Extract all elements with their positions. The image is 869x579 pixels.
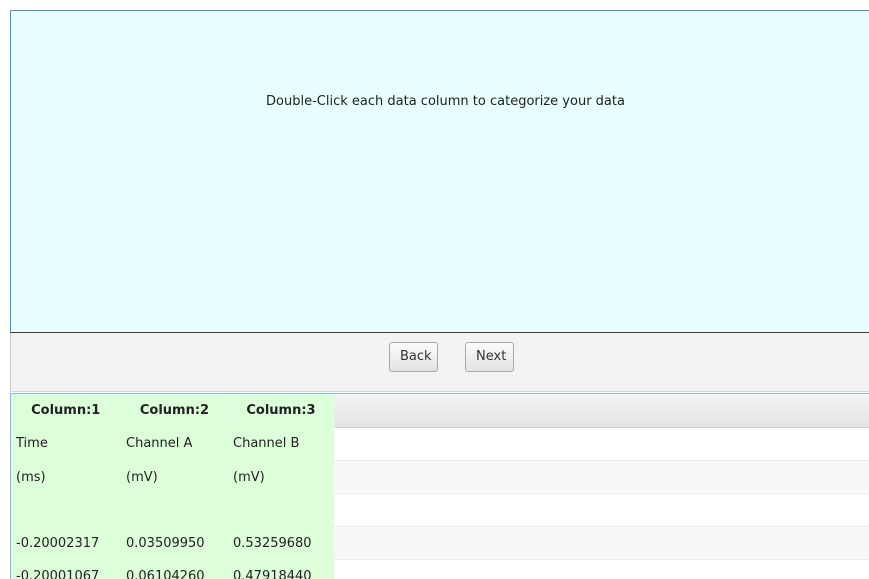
table-cell-empty (334, 526, 869, 560)
table-row[interactable]: -0.20002317 0.03509950 0.53259680 (11, 526, 869, 560)
table-cell[interactable]: Channel A (121, 427, 228, 461)
table-cell[interactable]: 0.47918440 (228, 559, 334, 579)
data-table[interactable]: Column:1 Column:2 Column:3 Time Channel … (10, 393, 869, 579)
back-button[interactable]: Back (389, 342, 438, 372)
column-header-1[interactable]: Column:1 (11, 394, 122, 428)
table-row[interactable] (11, 493, 869, 527)
table-cell[interactable] (228, 493, 334, 527)
table-header-row: Column:1 Column:2 Column:3 (11, 394, 869, 428)
next-button[interactable]: Next (465, 342, 514, 372)
table-cell[interactable]: Time (11, 427, 121, 461)
table-cell[interactable]: 0.06104260 (121, 559, 228, 579)
column-header-filler (334, 394, 869, 428)
table-cell-empty (334, 559, 869, 579)
instruction-panel: Double-Click each data column to categor… (10, 10, 869, 333)
column-header-2[interactable]: Column:2 (121, 394, 229, 428)
divider (10, 381, 869, 392)
table-row[interactable]: Time Channel A Channel B (11, 427, 869, 461)
table-cell-empty (334, 493, 869, 527)
table-cell[interactable]: 0.03509950 (121, 526, 228, 560)
instruction-text: Double-Click each data column to categor… (266, 94, 625, 109)
table-cell[interactable]: (mV) (121, 460, 228, 494)
button-bar: Back Next (10, 333, 869, 381)
table-cell[interactable] (121, 493, 228, 527)
table-cell-empty (334, 460, 869, 494)
table-cell[interactable]: (ms) (11, 460, 121, 494)
table-cell-empty (334, 427, 869, 461)
data-import-window: Double-Click each data column to categor… (0, 0, 869, 579)
table-cell[interactable]: 0.53259680 (228, 526, 334, 560)
table-row[interactable]: (ms) (mV) (mV) (11, 460, 869, 494)
table-cell[interactable] (11, 493, 121, 527)
table-cell[interactable]: -0.20002317 (11, 526, 121, 560)
table-cell[interactable]: -0.20001067 (11, 559, 121, 579)
table-cell[interactable]: Channel B (228, 427, 334, 461)
column-header-3[interactable]: Column:3 (228, 394, 335, 428)
table-row[interactable]: -0.20001067 0.06104260 0.47918440 (11, 559, 869, 579)
table-cell[interactable]: (mV) (228, 460, 334, 494)
